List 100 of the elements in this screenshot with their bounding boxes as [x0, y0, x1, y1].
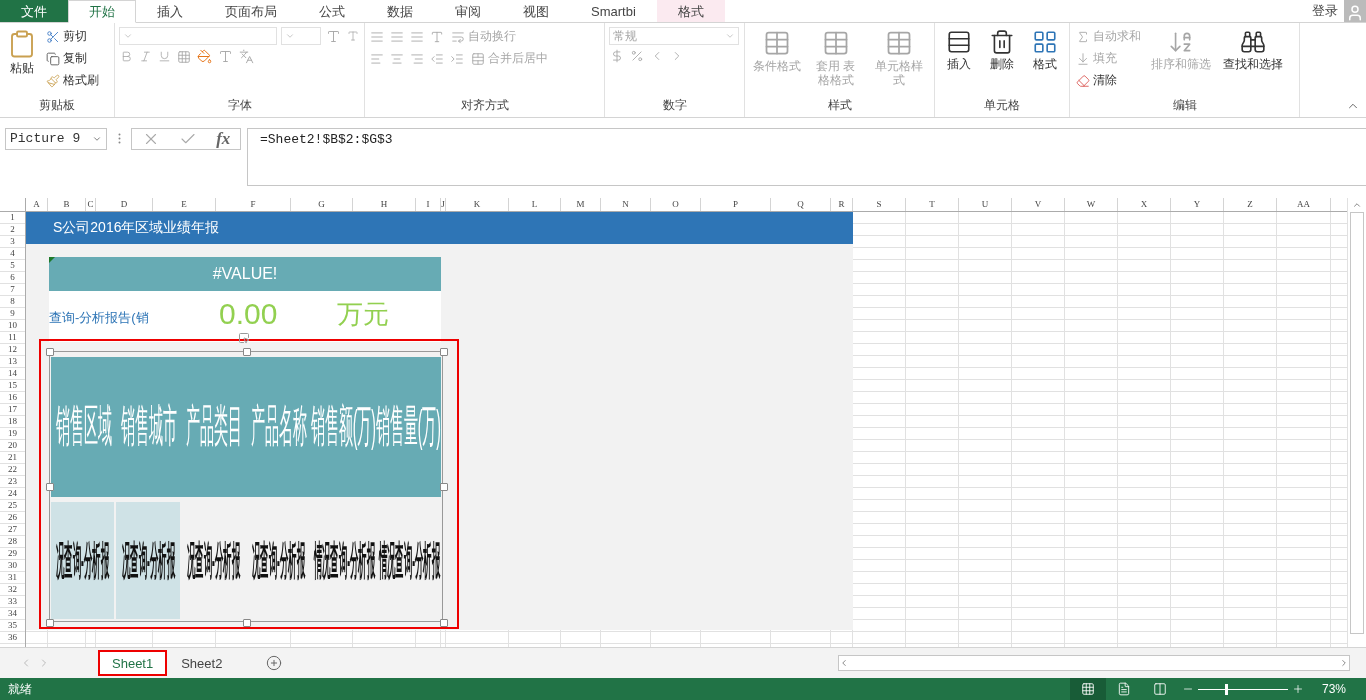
underline-button[interactable]	[157, 49, 172, 64]
cut-button[interactable]: 剪切	[44, 27, 101, 46]
row-header[interactable]: 34	[0, 608, 25, 621]
row-header[interactable]: 1	[0, 212, 25, 225]
row-header[interactable]: 7	[0, 284, 25, 297]
row-header[interactable]: 28	[0, 536, 25, 549]
column-header[interactable]: G	[291, 198, 353, 212]
sheet-tab[interactable]: Sheet1	[98, 650, 168, 677]
column-header[interactable]: M	[561, 198, 601, 212]
resize-handle[interactable]	[46, 619, 54, 628]
row-header[interactable]: 33	[0, 596, 25, 609]
row-header[interactable]: 23	[0, 476, 25, 489]
column-header[interactable]: S	[853, 198, 906, 212]
copy-button[interactable]: 复制	[44, 49, 101, 68]
row-header[interactable]: 19	[0, 428, 25, 441]
column-header[interactable]: P	[701, 198, 771, 212]
column-header[interactable]: Z	[1224, 198, 1277, 212]
column-header[interactable]: I	[416, 198, 441, 212]
delete-button[interactable]: 删除	[982, 27, 1022, 73]
row-header[interactable]: 25	[0, 500, 25, 513]
column-header[interactable]: Y	[1171, 198, 1224, 212]
column-header[interactable]: L	[509, 198, 561, 212]
horizontal-scrollbar[interactable]	[838, 655, 1350, 672]
row-header[interactable]: 20	[0, 440, 25, 453]
view-button[interactable]	[1069, 678, 1106, 700]
column-header[interactable]: B	[48, 198, 86, 212]
percent-button[interactable]	[629, 48, 645, 64]
font-name-field[interactable]	[119, 27, 277, 45]
avatar-icon[interactable]	[1344, 0, 1366, 22]
resize-handle[interactable]	[243, 348, 251, 357]
format-painter-button[interactable]: 格式刷	[44, 71, 101, 90]
column-header[interactable]: X	[1118, 198, 1171, 212]
ribbon-tab[interactable]: 格式	[656, 0, 725, 22]
resize-handle[interactable]	[46, 483, 54, 492]
column-header[interactable]: Q	[771, 198, 831, 212]
clear-button[interactable]: 清除	[1074, 71, 1143, 90]
column-header[interactable]: R	[831, 198, 853, 212]
row-header[interactable]: 35	[0, 620, 25, 633]
column-header[interactable]: AA	[1277, 198, 1331, 212]
resize-handle[interactable]	[440, 619, 448, 628]
row-header[interactable]: 15	[0, 380, 25, 393]
format-button[interactable]: 格式	[1025, 27, 1065, 73]
resize-handle[interactable]	[243, 619, 251, 628]
ribbon-tab[interactable]: 开始	[68, 0, 136, 23]
paste-button[interactable]: 粘贴	[4, 27, 40, 77]
column-header[interactable]: O	[651, 198, 701, 212]
phonetic-button[interactable]	[238, 48, 255, 65]
shrink-font-button[interactable]	[346, 29, 360, 43]
row-header[interactable]: 18	[0, 416, 25, 429]
column-header[interactable]: K	[446, 198, 509, 212]
row-header[interactable]: 36	[0, 632, 25, 645]
resize-handle[interactable]	[46, 348, 54, 357]
ribbon-tab[interactable]: 文件	[0, 0, 68, 22]
row-header[interactable]: 30	[0, 560, 25, 573]
column-header[interactable]: H	[353, 198, 416, 212]
sheet-tab[interactable]: Sheet2	[169, 650, 235, 677]
report-link[interactable]: 查询-分析报告(销	[49, 309, 199, 328]
row-header[interactable]: 2	[0, 224, 25, 237]
zoom-thumb[interactable]	[1224, 683, 1228, 695]
row-header[interactable]: 17	[0, 404, 25, 417]
row-header[interactable]: 24	[0, 488, 25, 501]
row-header[interactable]: 11	[0, 332, 25, 345]
row-header[interactable]: 12	[0, 344, 25, 357]
column-header[interactable]: W	[1065, 198, 1118, 212]
function-button[interactable]: fx	[216, 128, 231, 149]
fill-color-button[interactable]	[196, 48, 213, 65]
column-header[interactable]: V	[1012, 198, 1065, 212]
row-header[interactable]: 27	[0, 524, 25, 537]
row-header[interactable]: 4	[0, 248, 25, 261]
column-header[interactable]: D	[96, 198, 153, 212]
column-header[interactable]: C	[86, 198, 96, 212]
row-header[interactable]: 16	[0, 392, 25, 405]
column-header[interactable]: U	[959, 198, 1012, 212]
find-select-button[interactable]: 查找和选择	[1219, 27, 1287, 73]
row-header[interactable]: 22	[0, 464, 25, 477]
row-header[interactable]: 32	[0, 584, 25, 597]
font-size-field[interactable]	[281, 27, 321, 45]
row-header[interactable]: 21	[0, 452, 25, 465]
column-header[interactable]: N	[601, 198, 651, 212]
row-header[interactable]: 10	[0, 320, 25, 333]
column-header[interactable]: T	[906, 198, 959, 212]
resize-handle[interactable]	[440, 348, 448, 357]
borders-button[interactable]	[176, 48, 192, 65]
row-header[interactable]: 14	[0, 368, 25, 381]
formula-field[interactable]: =Sheet2!$B$2:$G$3	[247, 127, 1366, 186]
column-header[interactable]: E	[153, 198, 216, 212]
add-sheet-button[interactable]	[266, 655, 283, 672]
row-header[interactable]: 8	[0, 296, 25, 309]
row-header[interactable]: 26	[0, 512, 25, 525]
font-color-button[interactable]	[217, 48, 234, 65]
linked-picture[interactable]: 销售区域 销售城市 产品类目 产品名称销售额(万)销售量(万) 况查询-分析报 况查询-分析报 况查询-分析报 况查询-分析报 情况查询-分析报情况查询-分析报	[49, 351, 443, 623]
insert-button[interactable]: 插入	[939, 27, 979, 73]
row-header[interactable]: 13	[0, 356, 25, 369]
italic-button[interactable]	[138, 49, 153, 64]
column-header[interactable]: J	[441, 198, 446, 212]
row-header[interactable]: 6	[0, 272, 25, 285]
row-header[interactable]: 5	[0, 260, 25, 273]
row-header[interactable]: 29	[0, 548, 25, 561]
resize-handle[interactable]	[440, 483, 448, 492]
column-header[interactable]: F	[216, 198, 291, 212]
